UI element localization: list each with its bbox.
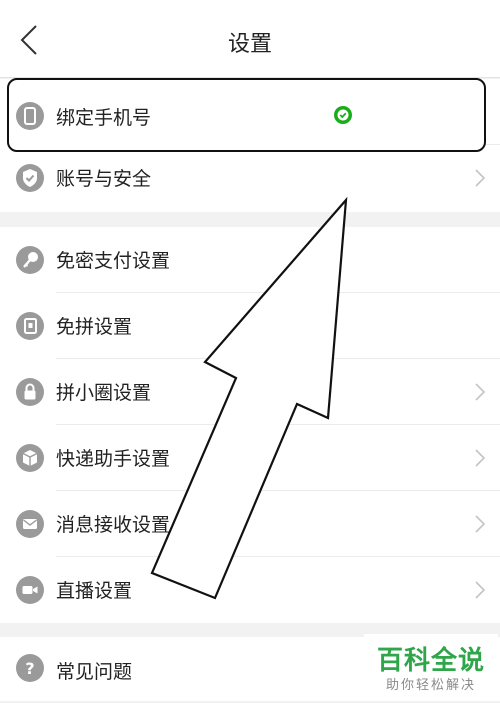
mail-icon [16, 510, 44, 538]
settings-item-no-group-buy[interactable]: 免拼设置 [0, 293, 500, 359]
settings-item-label: 常见问题 [56, 661, 133, 683]
watermark-title: 百科全说 [376, 646, 485, 676]
watermark-logo: 百科全说 助你轻松解决 [364, 634, 498, 701]
lock-icon [16, 378, 44, 406]
phone-icon [16, 102, 44, 130]
shield-icon [16, 164, 44, 192]
chevron-right-icon [475, 449, 486, 467]
settings-item-courier-assistant[interactable]: 快递助手设置 [0, 425, 500, 491]
settings-item-label: 绑定手机号 [56, 107, 152, 129]
chevron-right-icon [475, 169, 486, 187]
chevron-right-icon [475, 581, 486, 599]
settings-item-label: 直播设置 [56, 580, 133, 602]
package-icon [16, 444, 44, 472]
highlighted-row-content: 绑定手机号 [0, 79, 500, 145]
video-camera-icon [16, 576, 44, 604]
chevron-right-icon [475, 515, 486, 533]
key-icon [16, 246, 44, 274]
watermark-subtitle: 助你轻松解决 [385, 678, 476, 693]
settings-item-label: 快递助手设置 [56, 448, 171, 470]
settings-item-message-receiving[interactable]: 消息接收设置 [0, 491, 500, 557]
settings-item-label: 消息接收设置 [56, 514, 171, 536]
settings-item-password-free-payment[interactable]: 免密支付设置 [0, 227, 500, 293]
page-title: 设置 [227, 32, 272, 57]
bound-check-icon [334, 106, 352, 124]
svg-text:?: ? [25, 659, 34, 678]
settings-item-live-stream[interactable]: 直播设置 [0, 557, 500, 623]
question-icon: ? [16, 654, 44, 682]
chevron-right-icon [475, 383, 486, 401]
settings-item-label: 拼小圈设置 [56, 382, 152, 404]
features-group: 免密支付设置 免拼设置 拼小圈设置 快递助手设置 消息接收设置 直播设置 [0, 227, 500, 623]
settings-item-label: 免拼设置 [56, 316, 133, 338]
settings-item-pin-circle[interactable]: 拼小圈设置 [0, 359, 500, 425]
top-bar: 设置 [0, 0, 500, 78]
settings-item-label: 免密支付设置 [56, 250, 171, 272]
settings-item-account-security[interactable]: 账号与安全 [0, 145, 500, 211]
card-icon [16, 312, 44, 340]
settings-item-label: 账号与安全 [56, 168, 152, 190]
